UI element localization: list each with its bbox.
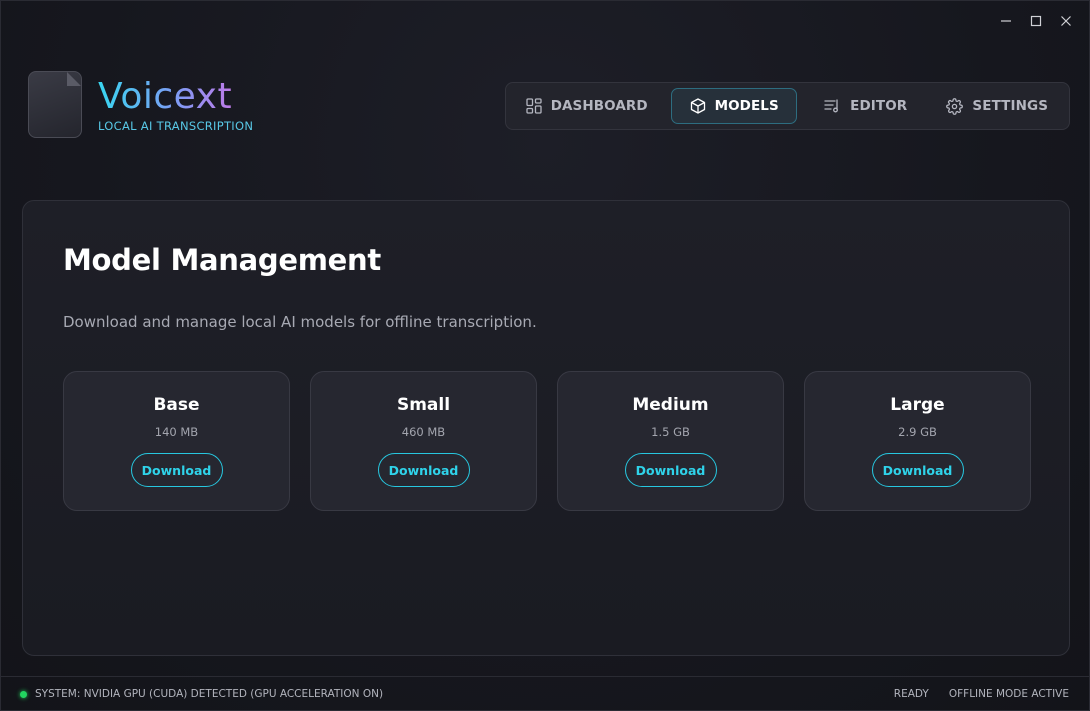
model-management-panel: Model Management Download and manage loc… [22,200,1070,656]
download-button-small[interactable]: Download [377,453,470,487]
model-size: 140 MB [154,425,199,439]
model-size: 460 MB [401,425,446,439]
page-description: Download and manage local AI models for … [63,313,537,331]
close-icon[interactable] [1051,11,1081,31]
app-subtitle: LOCAL AI TRANSCRIPTION [98,118,254,133]
model-name: Medium [632,395,709,415]
model-card-large: Large 2.9 GB Download [804,371,1031,511]
model-name: Small [396,395,451,415]
tab-settings-label: SETTINGS [972,98,1049,114]
minimize-icon[interactable] [991,11,1021,31]
model-name: Large [890,395,945,415]
download-button-medium[interactable]: Download [624,453,717,487]
status-indicator-dot [20,690,27,698]
window-controls [991,11,1081,31]
waveform-file-icon [28,71,82,138]
maximize-icon[interactable] [1021,11,1051,31]
model-card-base: Base 140 MB Download [63,371,290,511]
tab-dashboard[interactable]: DASHBOARD [512,88,661,124]
cube-icon [690,98,705,114]
app-title: Voicext [98,76,253,117]
tab-dashboard-label: DASHBOARD [550,98,648,114]
model-size: 1.5 GB [651,425,690,439]
brand-logo: Voicext LOCAL AI TRANSCRIPTION [28,71,253,138]
tab-editor[interactable]: EDITOR [802,88,930,124]
system-status-text: SYSTEM: NVIDIA GPU (CUDA) DETECTED (GPU … [35,688,384,700]
download-button-large[interactable]: Download [871,453,964,487]
editor-icon [824,99,839,113]
app-window: Voicext LOCAL AI TRANSCRIPTION DASHBOARD… [0,0,1090,711]
page-title: Model Management [63,243,381,277]
ready-status: READY [893,688,929,700]
tab-models[interactable]: MODELS [671,88,797,124]
main-nav: DASHBOARD MODELS EDITOR SETTINGS [505,82,1070,130]
model-size: 2.9 GB [898,425,937,439]
tab-editor-label: EDITOR [850,98,908,114]
model-cards: Base 140 MB Download Small 460 MB Downlo… [63,371,1031,511]
dashboard-icon [526,98,542,114]
tab-models-label: MODELS [714,98,779,114]
model-card-small: Small 460 MB Download [310,371,537,511]
model-card-medium: Medium 1.5 GB Download [557,371,784,511]
tab-settings[interactable]: SETTINGS [931,88,1063,124]
download-button-base[interactable]: Download [130,453,223,487]
offline-mode-status: OFFLINE MODE ACTIVE [948,688,1069,700]
status-bar: SYSTEM: NVIDIA GPU (CUDA) DETECTED (GPU … [1,676,1089,711]
model-name: Base [153,395,200,415]
gear-icon [946,97,964,115]
